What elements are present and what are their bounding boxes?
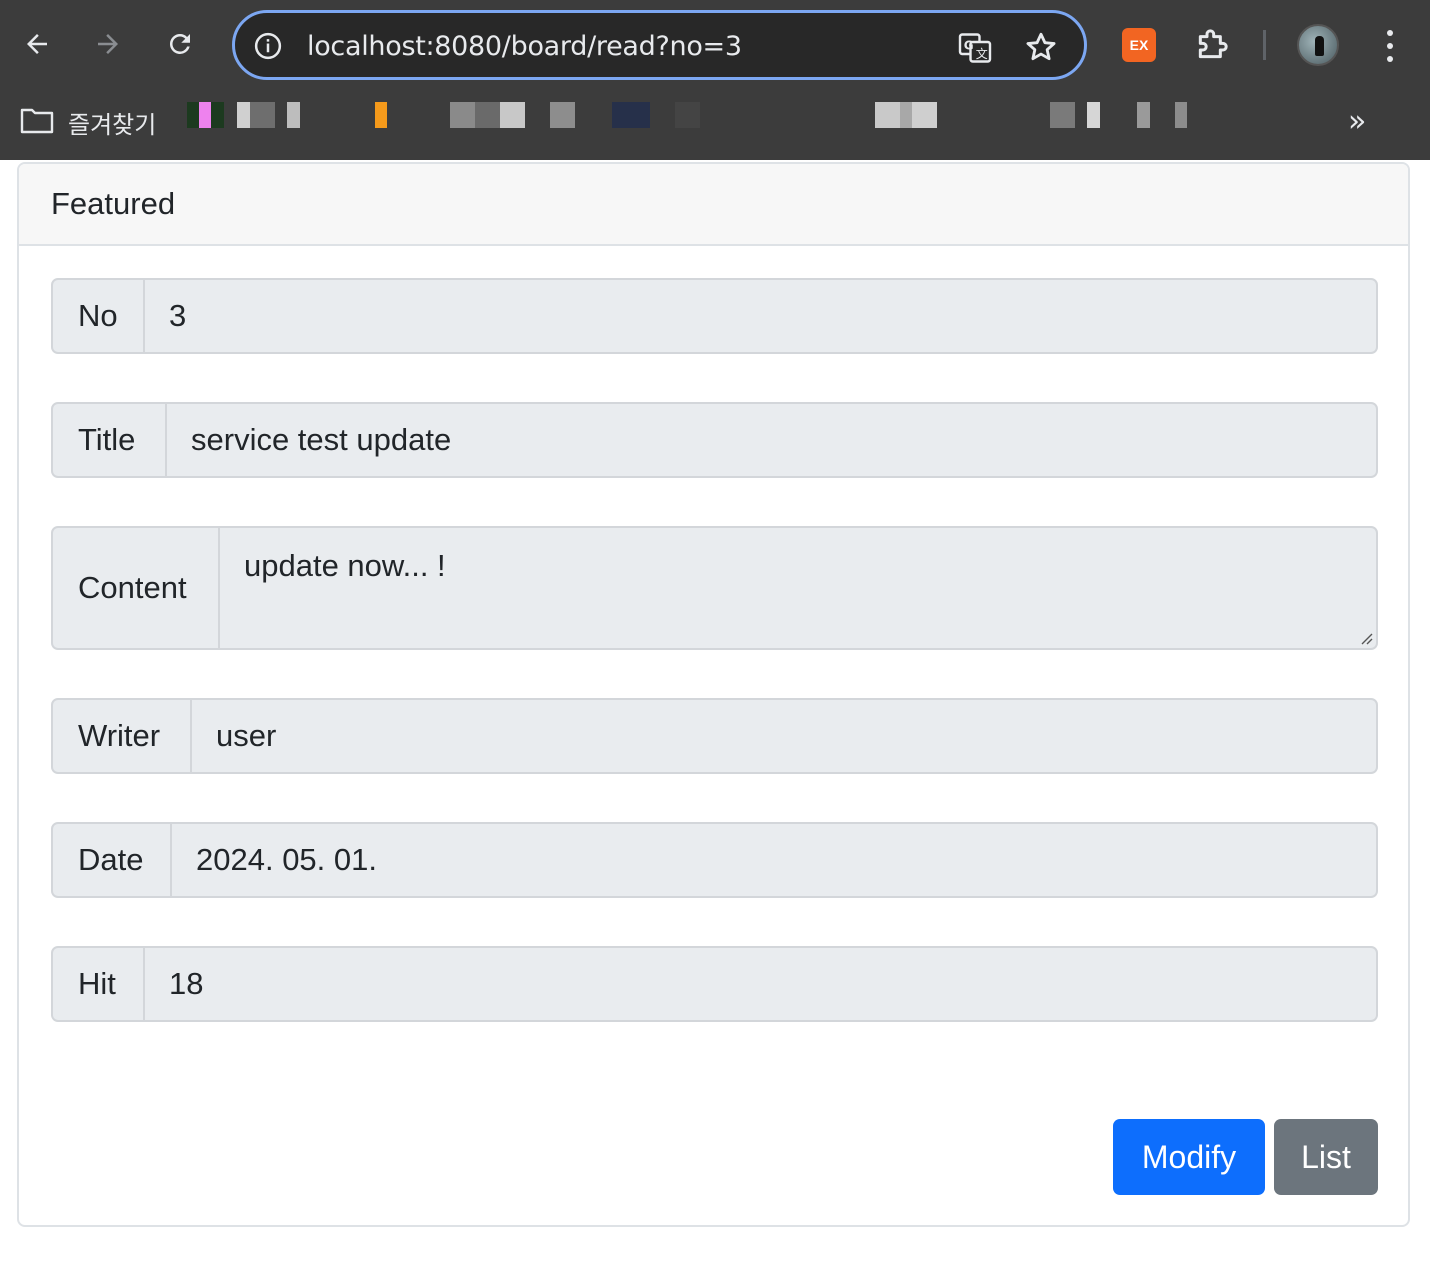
profile-avatar[interactable] <box>1297 24 1339 66</box>
bookmark-item[interactable] <box>375 102 387 128</box>
kebab-menu-icon[interactable] <box>1380 26 1400 66</box>
reload-icon <box>169 33 190 54</box>
bookmark-item[interactable] <box>900 102 912 128</box>
list-button[interactable]: List <box>1274 1119 1378 1195</box>
extensions-puzzle-icon[interactable] <box>1192 25 1232 65</box>
reload-button[interactable] <box>158 22 202 66</box>
translate-icon[interactable]: G 文 <box>957 30 993 66</box>
field-writer: Writer user <box>51 698 1378 774</box>
board-read-card: Featured No 3 Title service test update … <box>17 162 1410 1227</box>
forward-arrow-icon <box>98 34 118 54</box>
forward-button[interactable] <box>86 22 130 66</box>
bookmark-item[interactable] <box>1137 102 1150 128</box>
url-text[interactable]: localhost:8080/board/read?no=3 <box>307 31 742 62</box>
field-title-label: Title <box>53 404 167 476</box>
field-hit-input[interactable]: 18 <box>145 948 203 1020</box>
field-writer-label: Writer <box>53 700 192 772</box>
bookmark-item[interactable] <box>500 102 525 128</box>
extension-ex-label: EX <box>1129 37 1149 53</box>
svg-text:文: 文 <box>976 46 988 61</box>
bookmark-item[interactable] <box>875 102 900 128</box>
bookmark-item[interactable] <box>211 102 224 128</box>
field-no: No 3 <box>51 278 1378 354</box>
bookmarks-overflow-button[interactable]: » <box>1348 104 1366 139</box>
back-button[interactable] <box>15 22 59 66</box>
field-content: Content update now... ! <box>51 526 1378 650</box>
bookmarks-folder-label[interactable]: 즐겨찾기 <box>68 105 156 140</box>
back-arrow-icon <box>27 34 47 54</box>
field-date-label: Date <box>53 824 172 896</box>
browser-toolbar: localhost:8080/board/read?no=3 G 文 EX 즐겨… <box>0 0 1430 160</box>
card-header: Featured <box>19 164 1408 246</box>
bookmark-item[interactable] <box>675 102 700 128</box>
field-writer-input[interactable]: user <box>192 700 276 772</box>
bookmark-item[interactable] <box>612 102 650 128</box>
modify-button[interactable]: Modify <box>1113 1119 1265 1195</box>
bookmark-item[interactable] <box>287 102 300 128</box>
field-hit: Hit 18 <box>51 946 1378 1022</box>
field-no-input[interactable]: 3 <box>145 280 186 352</box>
field-date-input[interactable]: 2024. 05. 01. <box>172 824 377 896</box>
toolbar-divider <box>1263 30 1266 60</box>
bookmark-item[interactable] <box>475 102 500 128</box>
field-content-label: Content <box>53 528 220 648</box>
bookmark-item[interactable] <box>1087 102 1100 128</box>
bookmark-item[interactable] <box>1050 102 1075 128</box>
bookmark-item[interactable] <box>250 102 275 128</box>
bookmark-item[interactable] <box>912 102 937 128</box>
bookmark-item[interactable] <box>550 102 575 128</box>
folder-icon <box>20 108 54 134</box>
bookmark-item[interactable] <box>237 102 250 128</box>
field-content-textarea[interactable]: update now... ! <box>220 528 446 648</box>
bookmark-item[interactable] <box>187 102 199 128</box>
bookmark-item[interactable] <box>1175 102 1187 128</box>
field-date: Date 2024. 05. 01. <box>51 822 1378 898</box>
extension-ex-icon[interactable]: EX <box>1122 28 1156 62</box>
address-bar[interactable]: localhost:8080/board/read?no=3 G 文 <box>232 10 1087 80</box>
svg-text:G: G <box>964 39 974 53</box>
bookmarks-bar: 즐겨찾기 » <box>0 92 1430 148</box>
field-title-input[interactable]: service test update <box>167 404 451 476</box>
field-title: Title service test update <box>51 402 1378 478</box>
resize-grip-icon[interactable] <box>1358 630 1374 646</box>
site-info-icon[interactable] <box>253 31 283 61</box>
field-no-label: No <box>53 280 145 352</box>
field-hit-label: Hit <box>53 948 145 1020</box>
bookmark-item[interactable] <box>450 102 475 128</box>
bookmark-item[interactable] <box>199 102 211 128</box>
star-icon[interactable] <box>1023 29 1059 65</box>
